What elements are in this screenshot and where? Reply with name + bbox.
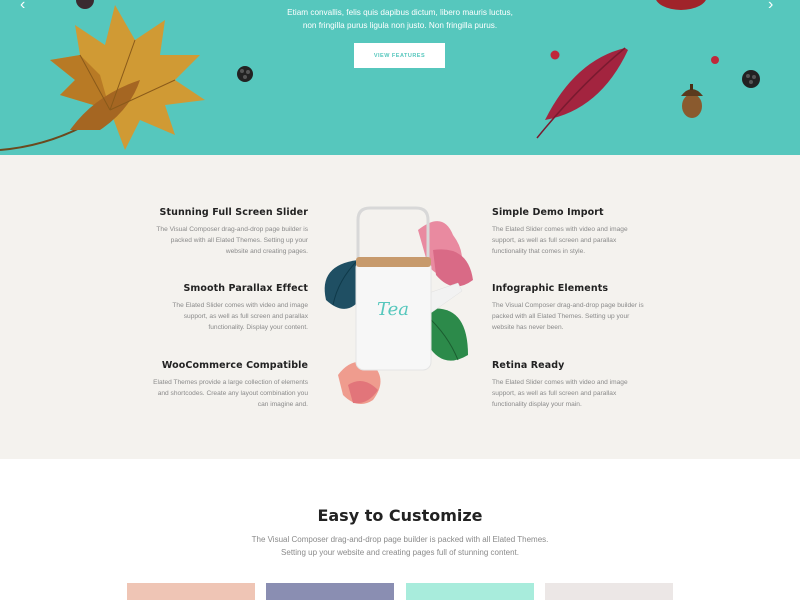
- color-swatch-card[interactable]: [266, 583, 394, 600]
- feature-text: The Visual Composer drag-and-drop page b…: [492, 302, 644, 331]
- view-features-button[interactable]: VIEW FEATURES: [354, 43, 445, 68]
- section-subtitle: The Visual Composer drag-and-drop page b…: [0, 533, 800, 559]
- feature-item: Retina Ready The Elated Slider comes wit…: [492, 360, 652, 410]
- color-swatch-card[interactable]: [406, 583, 534, 600]
- blackberry-image: [237, 66, 253, 82]
- hero-section: ‹ › Etiam convallis, felis quis dapibus …: [0, 0, 800, 155]
- hero-text-line: non fringilla purus ligula non justo. No…: [302, 21, 498, 30]
- feature-title: Smooth Parallax Effect: [183, 283, 308, 294]
- red-leaf-image: [536, 47, 628, 139]
- color-swatch-card[interactable]: [127, 583, 255, 600]
- feature-item: Simple Demo Import The Elated Slider com…: [492, 207, 652, 257]
- feature-title: Simple Demo Import: [492, 207, 604, 218]
- teapot-illustration: Tea: [324, 206, 473, 404]
- feature-title: Infographic Elements: [492, 283, 609, 294]
- cranberry-image: [550, 50, 560, 60]
- cranberry-image: [711, 56, 719, 64]
- hero-description: Etiam convallis, felis quis dapibus dict…: [0, 6, 800, 32]
- feature-text: The Elated Slider comes with video and i…: [492, 379, 628, 408]
- subtitle-line: The Visual Composer drag-and-drop page b…: [251, 535, 549, 544]
- hero-text-line: Etiam convallis, felis quis dapibus dict…: [287, 8, 513, 17]
- subtitle-line: Setting up your website and creating pag…: [281, 548, 519, 557]
- feature-item: WooCommerce Compatible Elated Themes pro…: [148, 360, 308, 410]
- feature-item: Smooth Parallax Effect The Elated Slider…: [148, 283, 308, 333]
- wooden-lid-image: [356, 257, 431, 267]
- acorn-image: [681, 84, 703, 118]
- feature-title: Stunning Full Screen Slider: [159, 207, 308, 218]
- color-swatch-card[interactable]: [545, 583, 673, 600]
- feature-text: The Visual Composer drag-and-drop page b…: [156, 226, 308, 255]
- feature-title: WooCommerce Compatible: [161, 360, 308, 371]
- features-section: Stunning Full Screen Slider The Visual C…: [0, 155, 800, 459]
- section-title: Easy to Customize: [317, 506, 483, 525]
- feature-item: Stunning Full Screen Slider The Visual C…: [148, 207, 308, 257]
- blackberry-image: [742, 70, 760, 88]
- teapot-label: Tea: [377, 299, 409, 320]
- feature-title: Retina Ready: [492, 360, 565, 371]
- customize-section: Easy to Customize The Visual Composer dr…: [0, 459, 800, 600]
- feature-text: The Elated Slider comes with video and i…: [172, 302, 308, 331]
- feature-text: Elated Themes provide a large collection…: [153, 379, 308, 408]
- feature-item: Infographic Elements The Visual Composer…: [492, 283, 652, 333]
- feature-text: The Elated Slider comes with video and i…: [492, 226, 628, 255]
